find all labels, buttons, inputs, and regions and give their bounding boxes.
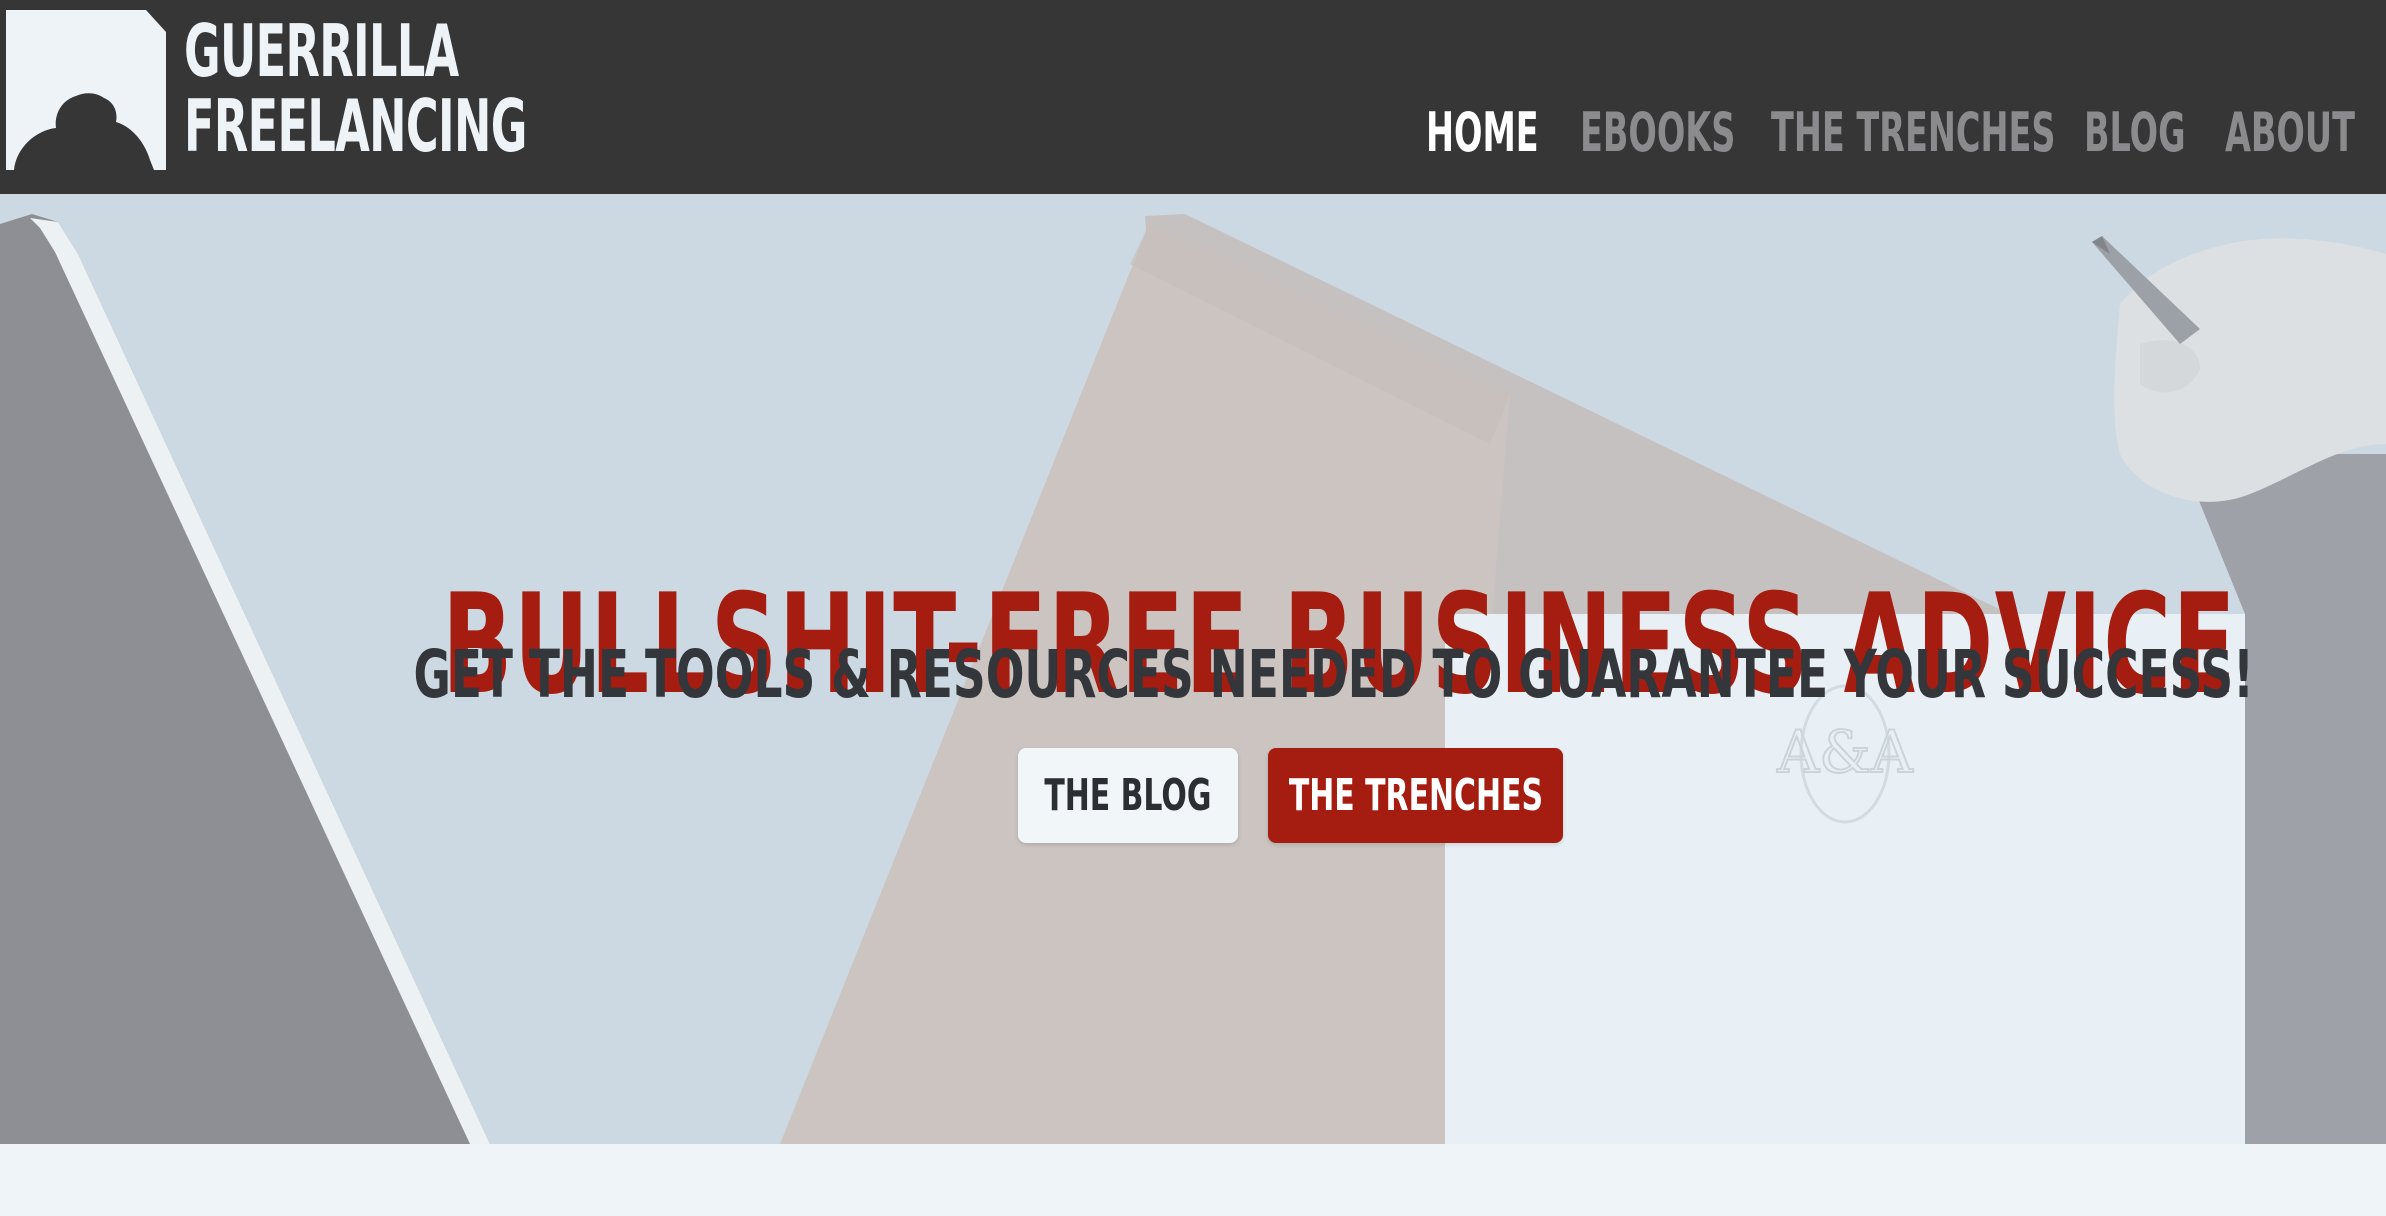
main-nav: HOME EBOOKS THE TRENCHES BLOG ABOUT: [1426, 106, 2355, 160]
site-logo[interactable]: GUERRILLA FREELANCING: [6, 10, 527, 170]
nav-blog[interactable]: BLOG: [2084, 106, 2186, 160]
hero-subtitle: GET THE TOOLS & RESOURCES NEEDED TO GUAR…: [413, 636, 2254, 713]
site-header: GUERRILLA FREELANCING HOME EBOOKS THE TR…: [0, 0, 2386, 194]
the-trenches-button[interactable]: THE TRENCHES: [1268, 748, 1563, 843]
nav-ebooks[interactable]: EBOOKS: [1580, 106, 1735, 160]
logo-line-2: FREELANCING: [184, 84, 527, 168]
nav-about[interactable]: ABOUT: [2225, 106, 2355, 160]
logo-wordmark: GUERRILLA FREELANCING: [184, 14, 527, 164]
logo-line-1: GUERRILLA: [184, 9, 459, 93]
below-fold-section: [0, 1144, 2386, 1216]
the-blog-button[interactable]: THE BLOG: [1018, 748, 1238, 843]
nav-the-trenches[interactable]: THE TRENCHES: [1771, 106, 2055, 160]
hero-section: A&A BULLSHIT-FREE BUSINESS ADVICE GET TH…: [0, 194, 2386, 1144]
gorilla-logo-icon: [6, 10, 166, 170]
nav-home[interactable]: HOME: [1426, 106, 1539, 160]
